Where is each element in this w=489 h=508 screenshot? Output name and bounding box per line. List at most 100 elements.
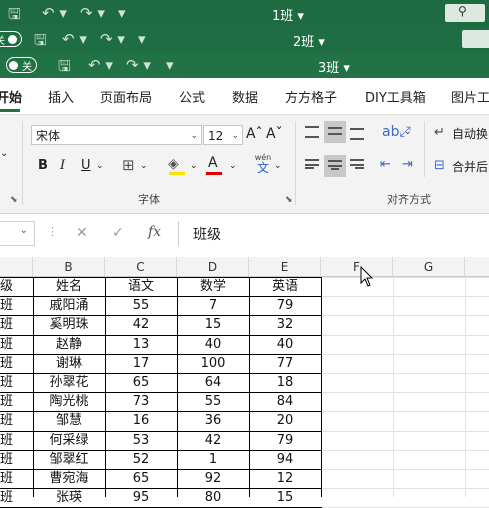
cell-e[interactable]: 77 xyxy=(249,354,321,373)
wrap-text-icon[interactable]: ↵ xyxy=(434,124,445,142)
redo-icon[interactable]: ↷ ▾ xyxy=(100,30,125,48)
cell-d[interactable]: 80 xyxy=(177,488,249,507)
font-name-combo[interactable]: 宋体 ⌄ xyxy=(31,125,202,145)
column-header-g[interactable]: G xyxy=(393,257,465,277)
column-header-e[interactable]: E xyxy=(249,257,321,277)
cell-d[interactable]: 55 xyxy=(177,392,249,411)
merge-center-icon[interactable]: ⊟ xyxy=(434,157,445,175)
cell-c[interactable]: 17 xyxy=(105,354,177,373)
cell-c[interactable]: 65 xyxy=(105,373,177,392)
fill-color-icon[interactable]: ◈ xyxy=(168,155,179,173)
cell-d[interactable]: 7 xyxy=(177,296,249,315)
cell-e[interactable]: 40 xyxy=(249,335,321,354)
search-box[interactable]: ⚲ xyxy=(445,4,485,22)
font-color-dropdown-icon[interactable]: ⌄ xyxy=(229,157,237,175)
cell-a[interactable]: 班 xyxy=(0,315,33,334)
tab-insert[interactable]: 插入 xyxy=(48,87,74,106)
redo-icon[interactable]: ↷ ▾ xyxy=(80,4,105,22)
tab-formulas[interactable]: 公式 xyxy=(179,87,205,106)
cell-d[interactable]: 42 xyxy=(177,431,249,450)
formula-input[interactable]: 班级 xyxy=(178,221,489,246)
cell-c[interactable]: 95 xyxy=(105,488,177,507)
tab-fangfang[interactable]: 方方格子 xyxy=(285,87,337,106)
search-box[interactable] xyxy=(462,30,489,48)
cell-a[interactable]: 班 xyxy=(0,488,33,507)
cell-c[interactable]: 55 xyxy=(105,296,177,315)
autosave-toggle[interactable]: 关 xyxy=(6,57,37,73)
cell-e[interactable]: 32 xyxy=(249,315,321,334)
font-color-icon[interactable]: A xyxy=(208,154,218,172)
cell-a[interactable]: 班 xyxy=(0,469,33,488)
customize-qat-icon[interactable]: ▾ xyxy=(166,56,174,74)
column-header-c[interactable]: C xyxy=(105,257,177,277)
cell-e[interactable]: 94 xyxy=(249,450,321,469)
autosave-toggle[interactable]: 关 xyxy=(0,31,22,47)
cell-e[interactable]: 79 xyxy=(249,431,321,450)
redo-icon[interactable]: ↷ ▾ xyxy=(126,56,151,74)
cell-d[interactable]: 100 xyxy=(177,354,249,373)
cell-d[interactable]: 36 xyxy=(177,411,249,430)
cell-a[interactable]: 班 xyxy=(0,450,33,469)
cell-e[interactable]: 79 xyxy=(249,296,321,315)
cell-a[interactable]: 班 xyxy=(0,354,33,373)
cell-a[interactable]: 班 xyxy=(0,373,33,392)
phonetic-dropdown-icon[interactable]: ⌄ xyxy=(274,157,282,175)
customize-qat-icon[interactable]: ▾ xyxy=(138,30,146,48)
insert-function-icon[interactable]: fx xyxy=(148,224,161,240)
tab-picture[interactable]: 图片工 xyxy=(451,87,489,106)
cell-c[interactable]: 73 xyxy=(105,392,177,411)
border-dropdown-icon[interactable]: ⌄ xyxy=(140,157,148,175)
grow-font-button[interactable]: Aˆ xyxy=(246,125,263,143)
increase-indent-icon[interactable]: ⇥ xyxy=(402,156,413,174)
cell-b[interactable]: 孙翠花 xyxy=(33,373,105,392)
cell-d[interactable]: 数学 xyxy=(177,277,249,296)
wrap-text-label[interactable]: 自动换 xyxy=(452,125,488,143)
undo-icon[interactable]: ↶ ▾ xyxy=(42,4,67,22)
column-header-d[interactable]: D xyxy=(177,257,249,277)
column-header-b[interactable]: B xyxy=(33,257,105,277)
cell-b[interactable]: 邹慧 xyxy=(33,411,105,430)
font-launcher-icon[interactable]: ⬊ xyxy=(285,195,293,205)
cell-a[interactable]: 级 xyxy=(0,277,33,296)
tab-data[interactable]: 数据 xyxy=(232,87,258,106)
cell-d[interactable]: 1 xyxy=(177,450,249,469)
align-left-icon[interactable] xyxy=(305,159,319,173)
merge-center-label[interactable]: 合并后 xyxy=(452,158,488,176)
cell-b[interactable]: 姓名 xyxy=(33,277,105,296)
align-top-icon[interactable] xyxy=(305,125,319,139)
save-icon[interactable]: 🖫 xyxy=(58,56,71,78)
orientation-dropdown-icon[interactable]: ⌄ xyxy=(404,123,412,141)
tab-diy-toolbox[interactable]: DIY工具箱 xyxy=(365,87,426,106)
fill-dropdown-icon[interactable]: ⌄ xyxy=(190,157,198,175)
italic-button[interactable]: I xyxy=(60,157,65,175)
customize-qat-icon[interactable]: ▾ xyxy=(118,4,126,22)
name-box[interactable]: ⌄ xyxy=(0,221,35,246)
cell-b[interactable]: 赵静 xyxy=(33,335,105,354)
cell-b[interactable]: 曹宛海 xyxy=(33,469,105,488)
align-bottom-icon[interactable] xyxy=(350,125,364,140)
bold-button[interactable]: B xyxy=(38,157,48,175)
undo-icon[interactable]: ↶ ▾ xyxy=(62,30,87,48)
cell-e[interactable]: 英语 xyxy=(249,277,321,296)
cell-c[interactable]: 53 xyxy=(105,431,177,450)
cell-a[interactable]: 班 xyxy=(0,411,33,430)
clipboard-launcher-icon[interactable]: ⬊ xyxy=(10,195,18,205)
column-header-a[interactable] xyxy=(0,257,33,277)
decrease-indent-icon[interactable]: ⇤ xyxy=(380,156,391,174)
column-header-f[interactable]: F xyxy=(321,257,393,277)
cell-e[interactable]: 20 xyxy=(249,411,321,430)
cell-c[interactable]: 13 xyxy=(105,335,177,354)
cell-c[interactable]: 16 xyxy=(105,411,177,430)
clipboard-expand-icon[interactable]: ⌄ xyxy=(0,145,8,163)
confirm-icon[interactable]: ✓ xyxy=(112,225,124,241)
cell-c[interactable]: 42 xyxy=(105,315,177,334)
save-icon[interactable]: 🖫 xyxy=(34,30,47,52)
shrink-font-button[interactable]: Aˇ xyxy=(266,125,283,143)
cell-e[interactable]: 15 xyxy=(249,488,321,507)
cell-b[interactable]: 奚明珠 xyxy=(33,315,105,334)
align-middle-button[interactable] xyxy=(324,121,346,143)
tab-home[interactable]: 开始 xyxy=(0,87,22,106)
cell-c[interactable]: 语文 xyxy=(105,277,177,296)
undo-icon[interactable]: ↶ ▾ xyxy=(88,56,113,74)
cell-c[interactable]: 52 xyxy=(105,450,177,469)
